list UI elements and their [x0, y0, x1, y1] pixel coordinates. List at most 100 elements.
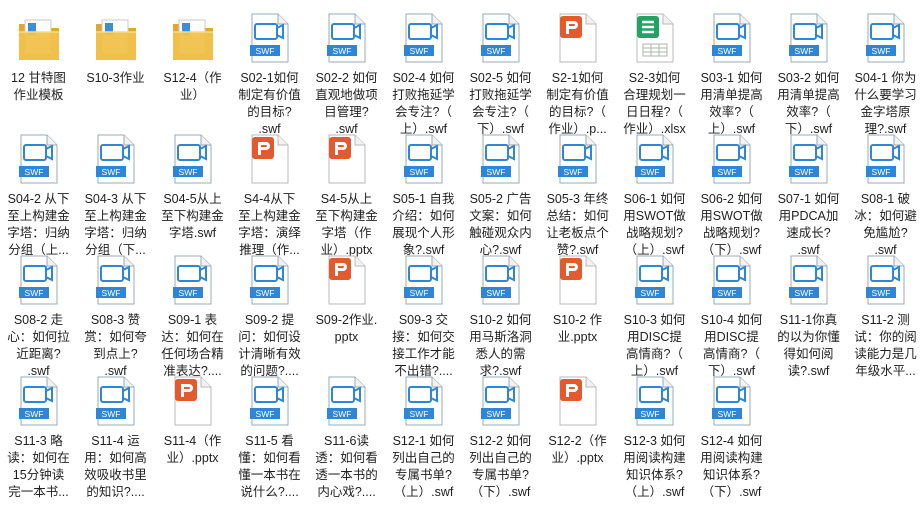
swf-file-item[interactable]: SWF S09-1 表 达：如何在 任何场合精 准表达?.... [154, 250, 231, 378]
file-name-label: S02-2 如何 直观地做项 目管理? .swf [315, 71, 378, 136]
swf-file-item[interactable]: SWF S02-1如何 制定有价值 的目标? .swf [231, 8, 308, 136]
file-name-label: S07-1 如何 用PDCA加 速成长? .swf [777, 192, 840, 257]
swf-video-file-icon: SWF [862, 12, 910, 64]
swf-badge-label: SWF [101, 288, 120, 298]
swf-badge-label: SWF [640, 409, 659, 419]
swf-file-item[interactable]: SWF S04-1 你为 什么要学习 金字塔原 理?.swf [847, 8, 924, 136]
file-name-label: 12 甘特图 作业模板 [11, 71, 66, 102]
swf-file-item[interactable]: SWF S03-1 如何 用清单提高 效率?（ 上）.swf [693, 8, 770, 136]
swf-badge-label: SWF [24, 409, 43, 419]
pptx-file-item[interactable]: S10-2 作 业.pptx [539, 250, 616, 371]
swf-video-file-icon: SWF [92, 375, 140, 427]
swf-file-item[interactable]: SWF S08-2 走 心：如何拉 近距离? .swf [0, 250, 77, 378]
swf-badge-label: SWF [486, 409, 505, 419]
file-name-label: S08-3 赞 赏：如何夸 到点上? .swf [84, 313, 147, 378]
swf-badge-label: SWF [24, 167, 43, 177]
file-name-label: S11-6读 透：如何看 透一本书的 内心戏?.... [315, 434, 378, 499]
swf-video-file-icon: SWF [477, 375, 525, 427]
swf-video-file-icon: SWF [246, 375, 294, 427]
swf-file-item[interactable]: SWF S05-2 广告 文案：如何 触碰观众内 心?.swf [462, 129, 539, 257]
pptx-file-item[interactable]: S4-5从上 至下构建金 字塔（作 业）.pptx [308, 129, 385, 257]
file-name-label: S09-2 提 问：如何设 计清晰有效 的问题?.... [238, 313, 301, 378]
pptx-file-item[interactable]: S09-2作业. pptx [308, 250, 385, 371]
excel-file-icon [631, 12, 679, 64]
file-name-label: S10-2 作 业.pptx [552, 313, 603, 344]
file-name-label: S11-5 看 懂：如何看 懂一本书在 说什么?.... [238, 434, 301, 499]
file-name-label: S03-2 如何 用清单提高 效率?（ 下）.swf [777, 71, 840, 136]
swf-badge-label: SWF [486, 167, 505, 177]
swf-video-file-icon: SWF [400, 254, 448, 306]
swf-file-item[interactable]: SWF S11-2 测 试：你的阅 读能力是几 年级水平... [847, 250, 924, 378]
swf-file-item[interactable]: SWF S12-3 如何 用阅读构建 知识体系? （上）.swf [616, 371, 693, 499]
folder-icon [169, 12, 217, 64]
file-name-label: S05-1 自我 介绍：如何 展现个人形 象?.swf [392, 192, 455, 257]
swf-badge-label: SWF [24, 288, 43, 298]
file-name-label: S4-4从下 至上构建金 字塔：演绎 推理（作... [238, 192, 301, 257]
xlsx-file-item[interactable]: S2-3如何 合理规划一 日日程?（ 作业）.xlsx [616, 8, 693, 136]
swf-badge-label: SWF [871, 167, 890, 177]
swf-file-item[interactable]: SWF S04-3 从下 至上构建金 字塔：归纳 分组（下... [77, 129, 154, 257]
swf-file-item[interactable]: SWF S05-1 自我 介绍：如何 展现个人形 象?.swf [385, 129, 462, 257]
swf-file-item[interactable]: SWF S04-5从上 至下构建金 字塔.swf [154, 129, 231, 250]
file-name-label: S09-3 交 接：如何交 接工作才能 不出错?.... [392, 313, 455, 378]
file-name-label: S12-2 如何 列出自己的 专属书单? （下）.swf [469, 434, 532, 499]
file-name-label: S11-4 运 用：如何高 效吸收书里 的知识?.... [84, 434, 147, 499]
swf-file-item[interactable]: SWF S11-4 运 用：如何高 效吸收书里 的知识?.... [77, 371, 154, 499]
swf-badge-label: SWF [640, 167, 659, 177]
folder-item[interactable]: 12 甘特图 作业模板 [0, 8, 77, 129]
folder-item[interactable]: S12-4（作 业） [154, 8, 231, 129]
swf-file-item[interactable]: SWF S11-6读 透：如何看 透一本书的 内心戏?.... [308, 371, 385, 499]
swf-file-item[interactable]: SWF S08-3 赞 赏：如何夸 到点上? .swf [77, 250, 154, 378]
folder-item[interactable]: S10-3作业 [77, 8, 154, 129]
pptx-file-item[interactable]: S12-2（作 业）.pptx [539, 371, 616, 492]
swf-file-item[interactable]: SWF S10-4 如何 用DISC提 高情商?（ 下）.swf [693, 250, 770, 378]
file-name-label: S2-1如何 制定有价值 的目标?（ 作业）.p... [546, 71, 609, 136]
pptx-file-item[interactable]: S2-1如何 制定有价值 的目标?（ 作业）.p... [539, 8, 616, 136]
swf-video-file-icon: SWF [323, 12, 371, 64]
swf-file-item[interactable]: SWF S03-2 如何 用清单提高 效率?（ 下）.swf [770, 8, 847, 136]
file-name-label: S12-2（作 业）.pptx [548, 434, 607, 465]
swf-file-item[interactable]: SWF S06-2 如何 用SWOT做 战略规划? （下）.swf [693, 129, 770, 257]
swf-video-file-icon: SWF [477, 133, 525, 185]
swf-badge-label: SWF [794, 288, 813, 298]
swf-badge-label: SWF [717, 167, 736, 177]
swf-video-file-icon: SWF [477, 12, 525, 64]
swf-file-item[interactable]: SWF S02-4 如何 打败拖延学 会专注?（ 上）.swf [385, 8, 462, 136]
swf-badge-label: SWF [871, 288, 890, 298]
swf-file-item[interactable]: SWF S09-3 交 接：如何交 接工作才能 不出错?.... [385, 250, 462, 378]
swf-video-file-icon: SWF [92, 133, 140, 185]
swf-badge-label: SWF [717, 46, 736, 56]
swf-badge-label: SWF [101, 409, 120, 419]
swf-file-item[interactable]: SWF S10-3 如何 用DISC提 高情商?（ 上）.swf [616, 250, 693, 378]
swf-file-item[interactable]: SWF S12-1 如何 列出自己的 专属书单? （上）.swf [385, 371, 462, 499]
pptx-file-item[interactable]: S11-4（作 业）.pptx [154, 371, 231, 492]
swf-video-file-icon: SWF [708, 12, 756, 64]
swf-file-item[interactable]: SWF S07-1 如何 用PDCA加 速成长? .swf [770, 129, 847, 257]
swf-file-item[interactable]: SWF S04-2 从下 至上构建金 字塔：归纳 分组（上... [0, 129, 77, 257]
file-name-label: S4-5从上 至下构建金 字塔（作 业）.pptx [315, 192, 378, 257]
swf-badge-label: SWF [486, 46, 505, 56]
swf-file-item[interactable]: SWF S06-1 如何 用SWOT做 战略规划? （上）.swf [616, 129, 693, 257]
swf-badge-label: SWF [332, 409, 351, 419]
file-name-label: S10-4 如何 用DISC提 高情商?（ 下）.swf [700, 313, 763, 378]
pptx-file-item[interactable]: S4-4从下 至上构建金 字塔：演绎 推理（作... [231, 129, 308, 257]
swf-file-item[interactable]: SWF S12-2 如何 列出自己的 专属书单? （下）.swf [462, 371, 539, 499]
swf-badge-label: SWF [794, 46, 813, 56]
swf-file-item[interactable]: SWF S11-5 看 懂：如何看 懂一本书在 说什么?.... [231, 371, 308, 499]
swf-file-item[interactable]: SWF S02-2 如何 直观地做项 目管理? .swf [308, 8, 385, 136]
file-name-label: S12-4（作 业） [163, 71, 222, 102]
swf-video-file-icon: SWF [862, 254, 910, 306]
swf-badge-label: SWF [871, 46, 890, 56]
swf-file-item[interactable]: SWF S09-2 提 问：如何设 计清晰有效 的问题?.... [231, 250, 308, 378]
file-name-label: S03-1 如何 用清单提高 效率?（ 上）.swf [700, 71, 763, 136]
swf-file-item[interactable]: SWF S05-3 年终 总结：如何 让老板点个 赞?.swf [539, 129, 616, 257]
swf-file-item[interactable]: SWF S10-2 如何 用马斯洛洞 悉人的需 求?.swf [462, 250, 539, 378]
swf-file-item[interactable]: SWF S11-3 略 读：如何在 15分钟读 完一本书... [0, 371, 77, 499]
swf-badge-label: SWF [332, 46, 351, 56]
swf-file-item[interactable]: SWF S12-4 如何 用阅读构建 知识体系? （下）.swf [693, 371, 770, 499]
swf-file-item[interactable]: SWF S11-1你真 的以为你懂 得如何阅 读?.swf [770, 250, 847, 378]
swf-file-item[interactable]: SWF S08-1 破 冰：如何避 免尴尬? .swf [847, 129, 924, 257]
file-name-label: S12-1 如何 列出自己的 专属书单? （上）.swf [392, 434, 455, 499]
file-name-label: S12-4 如何 用阅读构建 知识体系? （下）.swf [700, 434, 763, 499]
swf-file-item[interactable]: SWF S02-5 如何 打败拖延学 会专注?（ 下）.swf [462, 8, 539, 136]
